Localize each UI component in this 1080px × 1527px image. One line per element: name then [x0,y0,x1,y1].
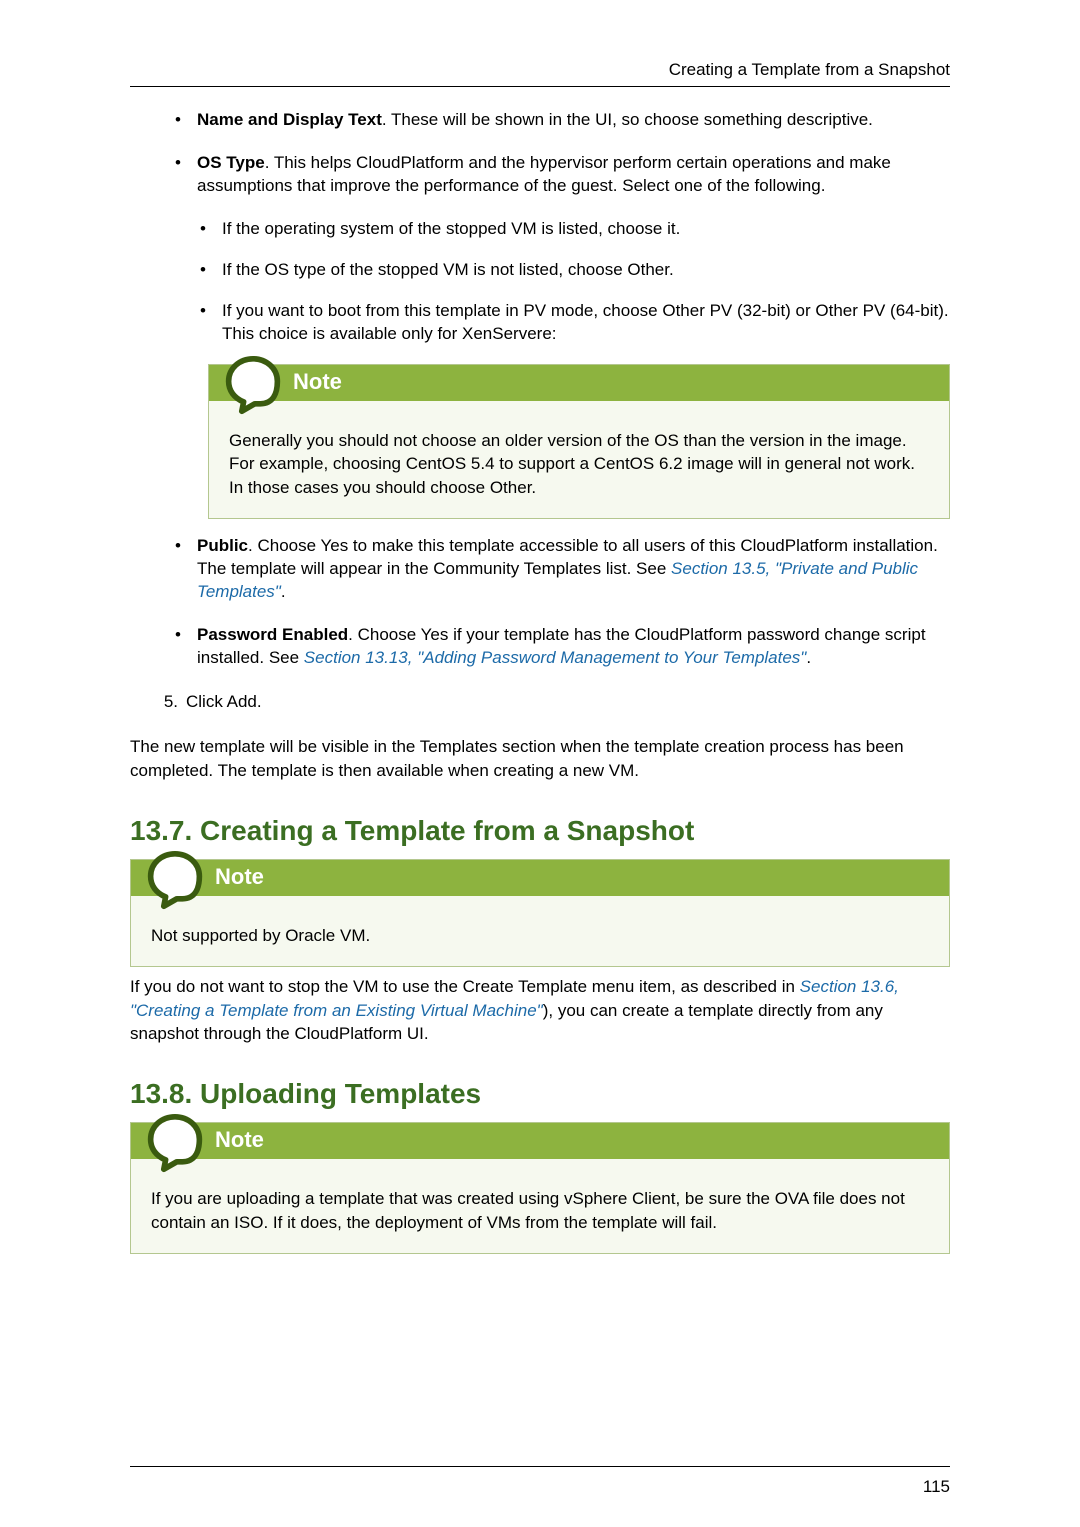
bullet-os-sub2: If the OS type of the stopped VM is not … [200,259,950,282]
note-title-bar: Note [131,1123,949,1159]
bullet-label: Password Enabled [197,625,348,644]
note-13-8: Note If you are uploading a template tha… [130,1122,950,1254]
bullet-text: . These will be shown in the UI, so choo… [382,110,873,129]
speech-bubble-icon [145,1113,205,1173]
footer-rule [130,1466,950,1467]
speech-bubble-icon [223,355,283,415]
note-13-7: Note Not supported by Oracle VM. [130,859,950,967]
step-text: Click Add. [186,692,262,711]
bullet-label: OS Type [197,153,265,172]
bullet-text-tail: . [281,582,286,601]
bullet-label: Public [197,536,248,555]
bullet-public: Public. Choose Yes to make this template… [175,535,950,604]
note-title: Note [215,1127,264,1153]
bullet-label: Name and Display Text [197,110,382,129]
link-password-management[interactable]: Section 13.13, "Adding Password Manageme… [304,648,807,667]
note-body: Generally you should not choose an older… [209,401,949,518]
page: Creating a Template from a Snapshot Name… [0,0,1080,1527]
bullet-password-enabled: Password Enabled. Choose Yes if your tem… [175,624,950,670]
note-title-bar: Note [131,860,949,896]
header-rule [130,86,950,87]
bullet-text-tail: . [806,648,811,667]
bullet-name-display: Name and Display Text. These will be sho… [175,109,950,132]
step-5: 5. Click Add. [150,690,950,714]
speech-bubble-icon [145,850,205,910]
section-13-7-paragraph: If you do not want to stop the VM to use… [130,975,950,1046]
note-title-bar: Note [209,365,949,401]
running-header: Creating a Template from a Snapshot [130,60,950,80]
bullet-os-sub1: If the operating system of the stopped V… [200,218,950,241]
note-body: Not supported by Oracle VM. [131,896,949,966]
bullet-text: . This helps CloudPlatform and the hyper… [197,153,891,195]
section-13-8-heading: 13.8. Uploading Templates [130,1078,950,1110]
note-title: Note [293,369,342,395]
page-number: 115 [923,1477,950,1497]
note-os-type: Note Generally you should not choose an … [208,364,950,519]
conclusion-paragraph: The new template will be visible in the … [130,735,950,783]
section-13-7-heading: 13.7. Creating a Template from a Snapsho… [130,815,950,847]
bullet-os-sub3: If you want to boot from this template i… [200,300,950,346]
para-text: If you do not want to stop the VM to use… [130,977,800,996]
note-body: If you are uploading a template that was… [131,1159,949,1253]
step-number: 5. [150,690,178,714]
note-title: Note [215,864,264,890]
bullet-os-type: OS Type. This helps CloudPlatform and th… [175,152,950,198]
